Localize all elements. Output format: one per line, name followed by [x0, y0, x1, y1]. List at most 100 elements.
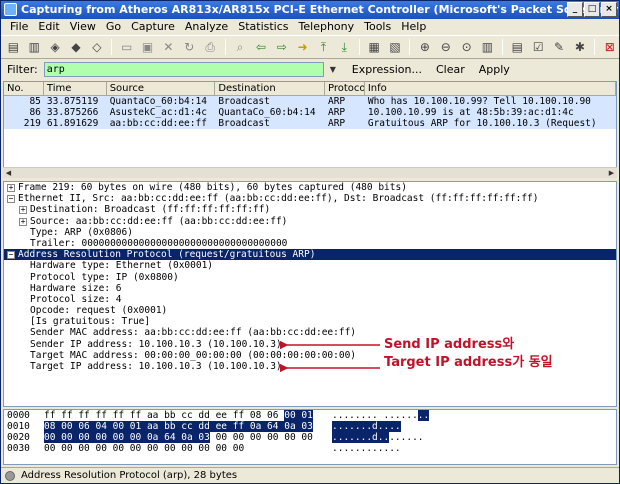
- menu-edit[interactable]: Edit: [33, 19, 64, 35]
- bytes-offset: 0030: [7, 443, 30, 454]
- menu-analyze[interactable]: Analyze: [180, 19, 233, 35]
- zoom-in-icon[interactable]: ⊕: [415, 38, 434, 56]
- auto-scroll-icon[interactable]: ▧: [386, 38, 405, 56]
- cell-destination: QuantaCo_60:b4:14: [218, 107, 316, 118]
- stop-capture-icon[interactable]: ◆: [67, 38, 86, 56]
- menu-telephony[interactable]: Telephony: [294, 19, 360, 35]
- cell-info: Gratuitous ARP for 10.100.10.3 (Request): [367, 118, 597, 129]
- column-info[interactable]: Info: [365, 82, 616, 95]
- bytes-row[interactable]: 0020 00 00 00 00 00 00 0a 64 0a 03 00 00…: [4, 432, 616, 443]
- column-destination[interactable]: Destination: [215, 82, 325, 95]
- column-protocol[interactable]: Protocol: [325, 82, 365, 95]
- window-controls: _ □ ×: [567, 2, 617, 17]
- cell-source: aa:bb:cc:dd:ee:ff: [109, 118, 207, 129]
- help-icon[interactable]: ⊠: [600, 38, 619, 56]
- close-button[interactable]: ×: [601, 2, 617, 17]
- restart-capture-icon[interactable]: ◇: [87, 38, 106, 56]
- table-row[interactable]: 86 33.875266 AsustekC_ac:d1:4c QuantaCo_…: [4, 107, 616, 118]
- menu-help[interactable]: Help: [396, 19, 431, 35]
- cell-time: 33.875266: [46, 107, 99, 118]
- bytes-ascii: ............: [332, 443, 401, 454]
- cell-source: AsustekC_ac:d1:4c: [109, 107, 207, 118]
- cell-protocol: ARP: [327, 118, 346, 129]
- clear-button[interactable]: Clear: [432, 63, 469, 76]
- cell-source: QuantaCo_60:b4:14: [109, 96, 207, 107]
- menu-go[interactable]: Go: [101, 19, 126, 35]
- go-to-packet-icon[interactable]: ➜: [293, 38, 312, 56]
- reload-icon[interactable]: ↻: [180, 38, 199, 56]
- menu-capture[interactable]: Capture: [126, 19, 180, 35]
- cell-time: 33.875119: [46, 96, 99, 107]
- toolbar-separator: [358, 39, 360, 55]
- bytes-hex: ff ff ff ff ff ff aa bb cc dd ee ff 08 0…: [44, 410, 313, 421]
- filter-dropdown-icon[interactable]: ▼: [330, 65, 342, 74]
- capture-filters-icon[interactable]: ▤: [508, 38, 527, 56]
- column-source[interactable]: Source: [107, 82, 216, 95]
- status-text: Address Resolution Protocol (arp), 28 by…: [21, 470, 238, 481]
- colorize-icon[interactable]: ▦: [365, 38, 384, 56]
- bytes-hex: 08 00 06 04 00 01 aa bb cc dd ee ff 0a 6…: [44, 421, 313, 432]
- menu-tools[interactable]: Tools: [359, 19, 396, 35]
- preferences-icon[interactable]: ✱: [570, 38, 589, 56]
- cell-destination: Broadcast: [218, 96, 270, 107]
- print-icon[interactable]: ⎙: [201, 38, 220, 56]
- scroll-left-icon[interactable]: ◀: [3, 168, 14, 179]
- apply-button[interactable]: Apply: [475, 63, 514, 76]
- bytes-hex: 00 00 00 00 00 00 0a 64 0a 03 00 00 00 0…: [44, 432, 313, 443]
- minimize-button[interactable]: _: [567, 2, 583, 17]
- window-title: Capturing from Atheros AR813x/AR815x PCI…: [21, 3, 619, 16]
- close-file-icon[interactable]: ✕: [159, 38, 178, 56]
- start-capture-icon[interactable]: ◈: [46, 38, 65, 56]
- bytes-row[interactable]: 0000 ff ff ff ff ff ff aa bb cc dd ee ff…: [4, 410, 616, 421]
- annotation-line-1: Send IP address와: [384, 337, 515, 352]
- find-packet-icon[interactable]: ⌕: [231, 38, 250, 56]
- expert-info-icon[interactable]: [5, 471, 15, 481]
- save-file-icon[interactable]: ▣: [138, 38, 157, 56]
- go-back-icon[interactable]: ⇦: [251, 38, 270, 56]
- table-row[interactable]: 85 33.875119 QuantaCo_60:b4:14 Broadcast…: [4, 96, 616, 107]
- coloring-rules-icon[interactable]: ✎: [550, 38, 569, 56]
- cell-info: 10.100.10.99 is at 48:5b:39:ac:d1:4c: [367, 107, 574, 118]
- menu-view[interactable]: View: [65, 19, 101, 35]
- packet-details: + Frame 219: 60 bytes on wire (480 bits),…: [3, 181, 617, 407]
- zoom-normal-icon[interactable]: ⊙: [457, 38, 476, 56]
- go-first-icon[interactable]: ⤒: [314, 38, 333, 56]
- bytes-row[interactable]: 0010 08 00 06 04 00 01 aa bb cc dd ee ff…: [4, 421, 616, 432]
- maximize-button[interactable]: □: [584, 2, 600, 17]
- filter-bar: Filter: arp ▼ Expression... Clear Apply: [1, 59, 619, 79]
- cell-destination: Broadcast: [218, 118, 270, 129]
- packet-list-scrollbar[interactable]: ◀ ▶: [3, 167, 617, 178]
- display-filters-icon[interactable]: ☑: [529, 38, 548, 56]
- toolbar-separator: [501, 39, 503, 55]
- scroll-right-icon[interactable]: ▶: [606, 168, 617, 179]
- expression-button[interactable]: Expression...: [348, 63, 426, 76]
- zoom-out-icon[interactable]: ⊖: [436, 38, 455, 56]
- filter-input[interactable]: arp: [43, 61, 324, 77]
- bytes-row[interactable]: 0030 00 00 00 00 00 00 00 00 00 00 00 00…: [4, 443, 616, 454]
- toolbar-separator: [409, 39, 411, 55]
- bytes-ascii: .......d....: [332, 421, 401, 432]
- column-no[interactable]: No.: [4, 82, 44, 95]
- options-icon[interactable]: ▥: [25, 38, 44, 56]
- wireshark-app-icon: [4, 3, 17, 16]
- column-time[interactable]: Time: [44, 82, 107, 95]
- bytes-hex: 00 00 00 00 00 00 00 00 00 00 00 00: [44, 443, 245, 454]
- menu-bar: File Edit View Go Capture Analyze Statis…: [1, 19, 619, 35]
- annotation-line-2: Target IP address가 동일: [384, 355, 553, 370]
- open-file-icon[interactable]: ▭: [117, 38, 136, 56]
- interfaces-icon[interactable]: ▤: [4, 38, 23, 56]
- status-bar: Address Resolution Protocol (arp), 28 by…: [1, 467, 619, 483]
- bytes-ascii: .......d........: [332, 432, 424, 443]
- go-last-icon[interactable]: ⤓: [335, 38, 354, 56]
- table-row-selected[interactable]: 219 61.891629 aa:bb:cc:dd:ee:ff Broadcas…: [4, 118, 616, 129]
- resize-columns-icon[interactable]: ▥: [478, 38, 497, 56]
- toolbar-separator: [594, 39, 596, 55]
- filter-label: Filter:: [7, 62, 38, 76]
- menu-statistics[interactable]: Statistics: [233, 19, 293, 35]
- cell-no: 86: [29, 107, 41, 118]
- menu-file[interactable]: File: [5, 19, 33, 35]
- toolbar-separator: [224, 39, 226, 55]
- wireshark-window: Capturing from Atheros AR813x/AR815x PCI…: [0, 0, 620, 484]
- packet-bytes: 0000 ff ff ff ff ff ff aa bb cc dd ee ff…: [3, 409, 617, 465]
- go-forward-icon[interactable]: ⇨: [272, 38, 291, 56]
